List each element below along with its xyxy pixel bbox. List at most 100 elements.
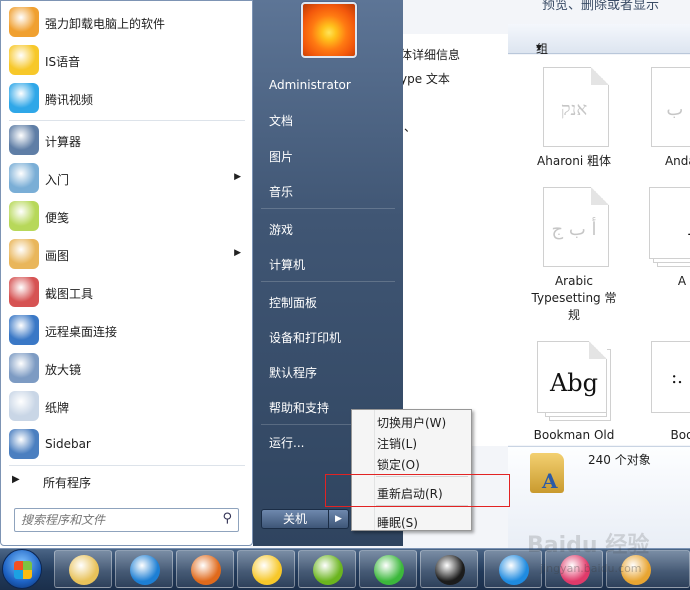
remote-desktop-icon bbox=[9, 315, 39, 345]
menu-item-sleep[interactable]: 睡眠(S) bbox=[352, 511, 471, 530]
font-tile[interactable]: A A bbox=[636, 187, 690, 290]
search-input[interactable] bbox=[21, 512, 211, 528]
font-tile[interactable]: ء ب Andal bbox=[636, 67, 690, 170]
detail-line: 、 bbox=[404, 120, 417, 134]
watermark: Baidu 经验 bbox=[527, 533, 650, 558]
program-item[interactable]: 腾讯视频 bbox=[5, 81, 249, 115]
restart-highlight-box bbox=[325, 474, 510, 507]
uninstaller-icon bbox=[9, 7, 39, 37]
font-family-icon: A bbox=[643, 187, 690, 267]
is-voice-icon bbox=[9, 45, 39, 75]
program-label: 放大镜 bbox=[45, 363, 82, 377]
divider bbox=[261, 281, 395, 282]
font-tile[interactable]: أ ب ج Arabic Typesetting 常规 bbox=[528, 187, 620, 324]
program-item[interactable]: 便笺 bbox=[5, 199, 249, 233]
font-tile[interactable]: :. Boo bbox=[636, 341, 690, 444]
program-item[interactable]: 强力卸载电脑上的软件 bbox=[5, 5, 249, 39]
places-pictures[interactable]: 图片 bbox=[269, 148, 293, 165]
program-item[interactable]: Sidebar bbox=[5, 427, 249, 461]
taskbar-button[interactable] bbox=[237, 550, 295, 588]
places-music[interactable]: 音乐 bbox=[269, 183, 293, 200]
taskbar-button[interactable] bbox=[359, 550, 417, 588]
background-details-pane: 体详细信息 ype 文本 、 bbox=[400, 34, 508, 446]
sidebar-icon bbox=[9, 429, 39, 459]
places-default-programs[interactable]: 默认程序 bbox=[269, 364, 317, 381]
start-menu-programs-pane: 强力卸载电脑上的软件 IS语音腾讯视频计算器入门 ▶ 便笺画图 ▶ 截图工具远程桌面连接放… bbox=[0, 0, 253, 546]
start-button[interactable] bbox=[2, 549, 42, 589]
divider bbox=[9, 465, 245, 466]
desktop: 预览、删除或者显示 体详细信息 ype 文本 、 组织 ▾ אנק Aharon… bbox=[0, 0, 690, 590]
program-label: 便笺 bbox=[45, 211, 70, 225]
qt-icon bbox=[499, 555, 529, 585]
shutdown-options-menu: 切换用户(W) 注销(L) 锁定(O) 重新启动(R) 睡眠(S) bbox=[351, 409, 472, 531]
font-tile-label: Bookman Old bbox=[533, 428, 615, 442]
places-computer[interactable]: 计算机 bbox=[269, 256, 305, 273]
taskbar-button[interactable] bbox=[54, 550, 112, 588]
user-avatar[interactable] bbox=[301, 2, 357, 58]
top-hint: 预览、删除或者显示 bbox=[542, 0, 660, 12]
is-voice-icon bbox=[252, 555, 282, 585]
program-label: 纸牌 bbox=[45, 401, 70, 415]
font-family-icon: Abg bbox=[535, 341, 613, 421]
menu-item-lock[interactable]: 锁定(O) bbox=[352, 453, 471, 472]
menu-item-switch-user[interactable]: 切换用户(W) bbox=[352, 411, 471, 430]
program-item[interactable]: 纸牌 bbox=[5, 389, 249, 423]
program-label: IS语音 bbox=[45, 55, 81, 69]
taskbar-button[interactable] bbox=[115, 550, 173, 588]
font-tile-label: Arabic Typesetting 常规 bbox=[531, 274, 617, 322]
places-control-panel[interactable]: 控制面板 bbox=[269, 294, 317, 311]
program-item[interactable]: IS语音 bbox=[5, 43, 249, 77]
program-item[interactable]: 截图工具 bbox=[5, 275, 249, 309]
chevron-down-icon: ▾ bbox=[536, 40, 543, 54]
add-green-icon bbox=[374, 555, 404, 585]
detail-line: 体详细信息 bbox=[400, 48, 461, 62]
taskbar-button[interactable] bbox=[176, 550, 234, 588]
program-label: 腾讯视频 bbox=[45, 93, 94, 107]
program-label: 截图工具 bbox=[45, 287, 94, 301]
font-tile[interactable]: אנק Aharoni 粗体 bbox=[528, 67, 620, 170]
program-item[interactable]: 画图 ▶ bbox=[5, 237, 249, 271]
places-games[interactable]: 游戏 bbox=[269, 221, 293, 238]
places-documents[interactable]: 文档 bbox=[269, 112, 293, 129]
divider bbox=[9, 120, 245, 121]
font-family-icon: :. bbox=[643, 341, 690, 421]
shutdown-options-arrow-icon[interactable]: ▶ bbox=[329, 509, 349, 529]
kugou-icon bbox=[130, 555, 160, 585]
program-item[interactable]: 计算器 bbox=[5, 123, 249, 157]
submenu-arrow-icon: ▶ bbox=[234, 248, 241, 258]
font-tile-label: Boo bbox=[670, 428, 690, 442]
program-label: Sidebar bbox=[45, 437, 91, 451]
taskbar-button[interactable] bbox=[420, 550, 478, 588]
all-programs-button[interactable]: ▶ 所有程序 bbox=[5, 467, 249, 495]
search-box[interactable]: ⚲ bbox=[14, 508, 239, 532]
taskbar-button[interactable] bbox=[298, 550, 356, 588]
places-devices-printers[interactable]: 设备和打印机 bbox=[269, 329, 341, 346]
organize-toolbar[interactable]: 组织 ▾ bbox=[508, 24, 690, 73]
divider bbox=[261, 208, 395, 209]
magnifier-icon bbox=[9, 353, 39, 383]
shutdown-button[interactable]: 关机 bbox=[261, 509, 329, 529]
program-item[interactable]: 放大镜 bbox=[5, 351, 249, 385]
tencent-video-icon bbox=[9, 83, 39, 113]
program-label: 计算器 bbox=[45, 135, 82, 149]
font-file-icon: אנק bbox=[535, 67, 613, 147]
menu-item-log-off[interactable]: 注销(L) bbox=[352, 432, 471, 451]
calculator-icon bbox=[9, 125, 39, 155]
font-tile-label: A bbox=[677, 274, 687, 288]
dreamweaver-icon bbox=[313, 555, 343, 585]
program-label: 画图 bbox=[45, 249, 70, 263]
user-name-link[interactable]: Administrator bbox=[269, 78, 351, 92]
program-item[interactable]: 入门 ▶ bbox=[5, 161, 249, 195]
font-file-icon: أ ب ج bbox=[535, 187, 613, 267]
font-tile[interactable]: Abg Bookman Old bbox=[528, 341, 620, 444]
places-help-support[interactable]: 帮助和支持 bbox=[269, 399, 329, 416]
places-run[interactable]: 运行... bbox=[269, 434, 304, 451]
sticky-notes-icon bbox=[9, 201, 39, 231]
solitaire-icon bbox=[9, 391, 39, 421]
search-icon[interactable]: ⚲ bbox=[222, 511, 232, 526]
font-file-icon: ء ب bbox=[643, 67, 690, 147]
program-label: 强力卸载电脑上的软件 bbox=[45, 17, 166, 31]
detail-line: ype 文本 bbox=[400, 72, 450, 86]
firefox-icon bbox=[191, 555, 221, 585]
program-item[interactable]: 远程桌面连接 bbox=[5, 313, 249, 347]
